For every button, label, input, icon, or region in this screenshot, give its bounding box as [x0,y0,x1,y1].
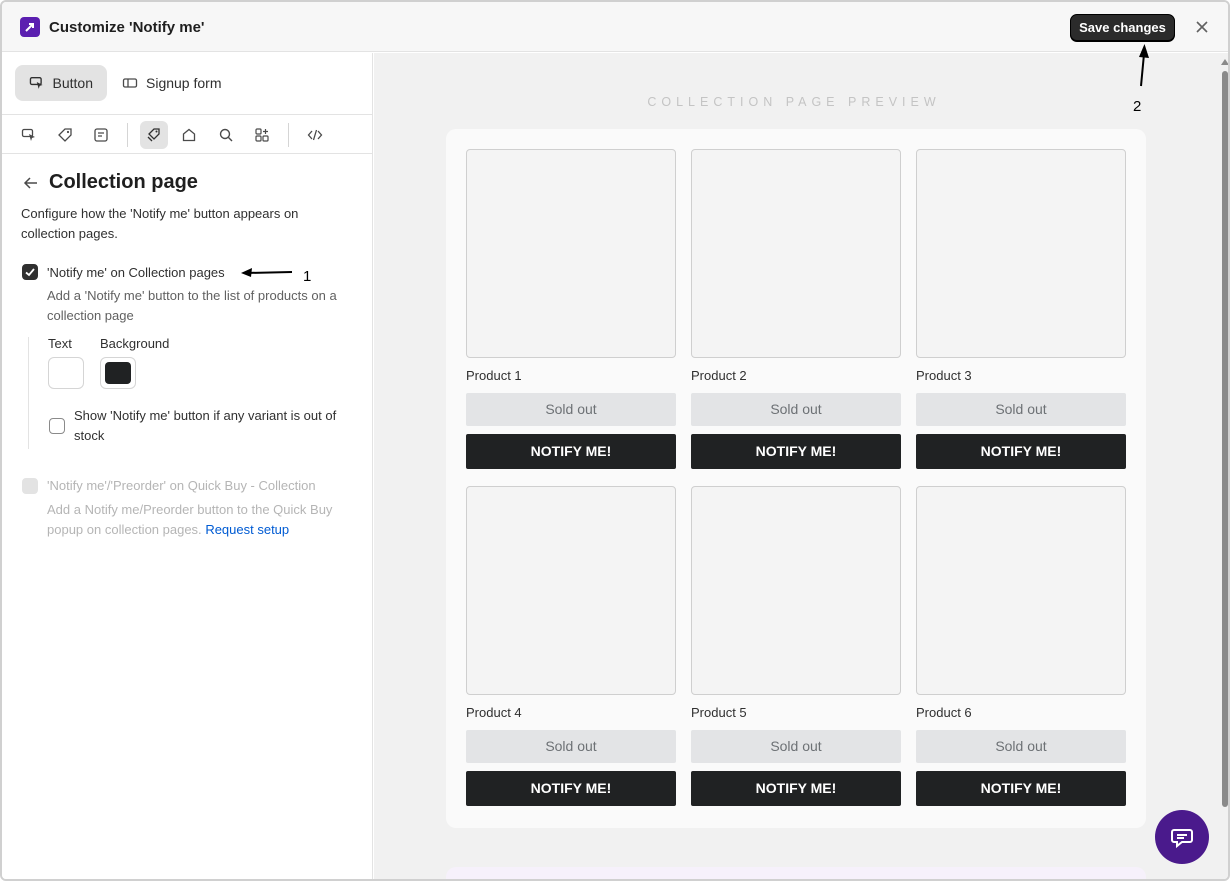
preview-label: COLLECTION PAGE PREVIEW [647,95,941,109]
quick-buy-checkbox[interactable] [22,478,38,494]
apps-icon[interactable] [248,121,276,149]
collection-pages-help: Add a 'Notify me' button to the list of … [47,288,337,323]
app-logo-icon [20,17,40,37]
product-name: Product 3 [916,368,972,383]
sold-out-button: Sold out [466,730,676,763]
text-color-label: Text [48,336,72,351]
scroll-thumb[interactable] [1222,71,1228,807]
close-icon[interactable] [1194,19,1210,35]
request-setup-link[interactable]: Request setup [205,522,289,537]
notify-me-button[interactable]: NOTIFY ME! [691,434,901,469]
save-changes-button[interactable]: Save changes [1070,14,1175,41]
settings-panel: Button Signup form Collection page Confi… [2,53,373,879]
form-icon [122,78,138,88]
collection-pages-label[interactable]: 'Notify me' on Collection pages [47,265,225,280]
product-grid: Product 1 Sold out NOTIFY ME! Product 2 … [446,129,1146,828]
page-title: Customize 'Notify me' [49,19,205,36]
sold-out-button: Sold out [466,393,676,426]
chat-button[interactable] [1155,810,1209,864]
sold-out-button: Sold out [691,730,901,763]
variant-out-of-stock-label[interactable]: Show 'Notify me' button if any variant i… [74,406,354,446]
back-arrow-icon[interactable] [22,174,40,192]
product-name: Product 6 [916,705,972,720]
tab-button[interactable]: Button [15,65,107,101]
sold-out-button: Sold out [916,393,1126,426]
notify-me-button[interactable]: NOTIFY ME! [466,771,676,806]
product-name: Product 4 [466,705,522,720]
background-color-label: Background [100,336,170,351]
customize-window: Customize 'Notify me' Save changes Butto… [0,0,1230,881]
product-image [466,149,676,358]
home-icon[interactable] [175,121,203,149]
chat-icon [1171,829,1193,849]
sold-out-button: Sold out [691,393,901,426]
tag-icon[interactable] [51,121,79,149]
notify-me-button[interactable]: NOTIFY ME! [916,434,1126,469]
product-image [916,149,1126,358]
product-image [916,486,1126,695]
collection-pages-checkbox[interactable] [22,264,38,280]
notify-me-button[interactable]: NOTIFY ME! [466,434,676,469]
cursor-icon[interactable] [15,121,43,149]
quick-buy-label: 'Notify me'/'Preorder' on Quick Buy - Co… [47,478,316,493]
product-image [691,149,901,358]
section-title: Collection page [49,171,198,193]
annotation-arrow-up [1139,44,1149,87]
background-color-fill [105,362,131,384]
next-preview-card [446,867,1146,879]
product-image [466,486,676,695]
text-color-swatch[interactable] [48,357,84,389]
indent-line [28,337,29,449]
section-description: Configure how the 'Notify me' button app… [21,206,299,241]
sold-out-button: Sold out [916,730,1126,763]
background-color-swatch[interactable] [100,357,136,389]
note-icon[interactable] [87,121,115,149]
quick-buy-help: Add a Notify me/Preorder button to the Q… [47,500,362,540]
tab-signup-form[interactable]: Signup form [108,65,238,101]
annotation-number-1: 1 [303,268,312,285]
annotation-arrow-left [241,268,293,277]
header-bar: Customize 'Notify me' Save changes [2,2,1228,52]
product-name: Product 2 [691,368,747,383]
annotation-number-2: 2 [1133,98,1142,115]
checkmark-icon [25,268,35,277]
scroll-up-icon[interactable] [1221,59,1229,65]
quick-buy-help-text: Add a Notify me/Preorder button to the Q… [47,502,333,537]
preview-scrollbar[interactable] [1220,53,1229,879]
tab-button-label: Button [52,75,93,91]
search-icon[interactable] [212,121,240,149]
code-icon[interactable] [301,121,329,149]
cursor-click-icon [29,76,43,89]
collection-preview: COLLECTION PAGE PREVIEW Product 1 Sold o… [374,53,1220,879]
settings-icon-bar [2,115,372,154]
collection-icon[interactable] [140,121,168,149]
notify-me-button[interactable]: NOTIFY ME! [691,771,901,806]
product-name: Product 5 [691,705,747,720]
product-name: Product 1 [466,368,522,383]
mode-tabs: Button Signup form [2,53,372,115]
variant-out-of-stock-checkbox[interactable] [49,418,65,434]
notify-me-button[interactable]: NOTIFY ME! [916,771,1126,806]
tab-signup-label: Signup form [146,75,222,91]
product-image [691,486,901,695]
